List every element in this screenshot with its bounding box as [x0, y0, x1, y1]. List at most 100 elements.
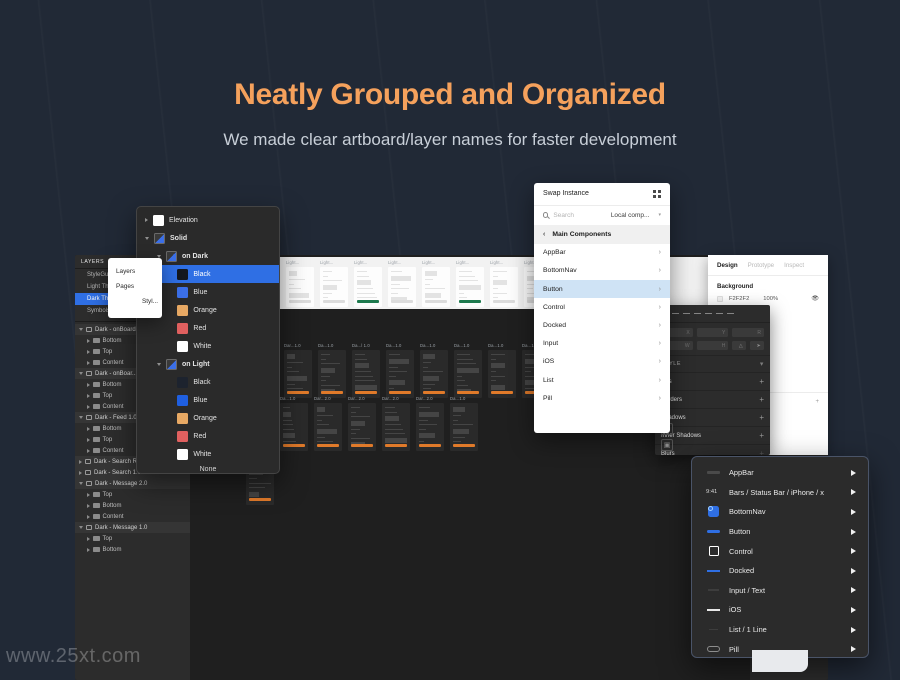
artboard-name-label[interactable]: Dar...2.0 [416, 396, 433, 401]
distribute-icon[interactable] [727, 310, 734, 317]
color-swatch[interactable] [166, 359, 177, 370]
color-style-row-solid-1[interactable]: Solid [137, 229, 279, 247]
caret-right-icon[interactable] [87, 438, 90, 442]
caret-down-icon[interactable] [79, 416, 83, 419]
color-swatch[interactable] [154, 233, 165, 244]
canvas-artboard-thumbnail[interactable]: Light... [354, 267, 382, 307]
component-row-list-1-line[interactable]: List / 1 Line [692, 620, 868, 640]
component-row-button[interactable]: Button [692, 522, 868, 542]
color-style-row-black-9[interactable]: Black [137, 373, 279, 391]
grid-icon[interactable] [653, 190, 661, 198]
canvas-artboard-thumbnail[interactable]: Da...1.0 [280, 403, 308, 451]
layer-row-bottom[interactable]: Bottom [75, 500, 190, 511]
swap-item-ios[interactable]: iOS› [534, 353, 670, 371]
artboard-name-label[interactable]: Light... [354, 260, 367, 265]
plus-icon[interactable]: + [815, 399, 819, 405]
background-fill-row[interactable]: F2F2F2 100% 👁 [708, 293, 828, 304]
play-arrow-icon[interactable] [851, 470, 856, 476]
add-border-icon[interactable]: + [759, 396, 764, 404]
row-borders[interactable]: Borders + [655, 390, 770, 408]
canvas-artboard-thumbnail[interactable]: Da...1.0 [488, 350, 516, 398]
swap-item-control[interactable]: Control› [534, 298, 670, 316]
caret-right-icon[interactable] [87, 504, 90, 508]
canvas-artboard-thumbnail[interactable]: Light... [320, 267, 348, 307]
swap-item-list[interactable]: List› [534, 371, 670, 389]
component-row-bottomnav[interactable]: BottomNav [692, 502, 868, 522]
canvas-artboard-thumbnail[interactable]: Da...1.0 [386, 350, 414, 398]
back-chevron-icon[interactable]: ‹ [543, 231, 545, 238]
chevron-right-icon[interactable]: › [659, 286, 661, 293]
play-arrow-icon[interactable] [851, 627, 856, 633]
artboard-name-label[interactable]: Da...1.0 [454, 343, 469, 348]
play-arrow-icon[interactable] [851, 568, 856, 574]
add-fill-icon[interactable]: + [759, 378, 764, 386]
component-row-docked[interactable]: Docked [692, 561, 868, 581]
layer-row-dark-message-1-0[interactable]: Dark - Message 1.0 [75, 522, 190, 533]
canvas-artboard-thumbnail[interactable]: Dar...2.0 [382, 403, 410, 451]
align-right-icon[interactable] [683, 310, 690, 317]
component-row-bars-status-bar-iphone-x[interactable]: 9:41Bars / Status Bar / iPhone / x [692, 483, 868, 503]
caret-right-icon[interactable] [87, 383, 90, 387]
field-y[interactable]: Y [697, 328, 729, 337]
color-swatch[interactable] [177, 431, 188, 442]
color-swatch[interactable] [166, 251, 177, 262]
canvas-artboard-thumbnail[interactable]: Light... [490, 267, 518, 307]
color-swatch[interactable] [177, 323, 188, 334]
color-style-row-white-7[interactable]: White [137, 337, 279, 355]
chevron-right-icon[interactable]: › [659, 377, 661, 384]
color-style-row-orange-11[interactable]: Orange [137, 409, 279, 427]
eye-icon[interactable]: 👁 [811, 295, 819, 302]
chevron-right-icon[interactable]: › [659, 395, 661, 402]
layer-row-top[interactable]: Top [75, 533, 190, 544]
caret-down-icon[interactable] [157, 363, 161, 366]
chevron-down-icon[interactable]: ▾ [760, 360, 764, 368]
canvas-artboard-thumbnail[interactable]: Dar...2.0 [416, 403, 444, 451]
tab-inspect[interactable]: Inspect [784, 262, 804, 269]
color-style-row-white-13[interactable]: White [137, 445, 279, 463]
color-style-row-red-6[interactable]: Red [137, 319, 279, 337]
chevron-down-icon[interactable]: ▾ [658, 212, 661, 218]
field-height[interactable]: H [697, 341, 729, 350]
artboard-name-label[interactable]: Da...1.0 [386, 343, 401, 348]
swap-item-pill[interactable]: Pill› [534, 389, 670, 407]
layer-row-bottom[interactable]: Bottom [75, 544, 190, 555]
caret-right-icon[interactable] [87, 537, 90, 541]
canvas-artboard-thumbnail[interactable]: Light... [456, 267, 484, 307]
caret-right-icon[interactable] [87, 515, 90, 519]
artboard-name-label[interactable]: Light... [490, 260, 503, 265]
caret-down-icon[interactable] [79, 526, 83, 529]
component-row-control[interactable]: Control [692, 541, 868, 561]
caret-down-icon[interactable] [145, 237, 149, 240]
canvas-artboard-thumbnail[interactable]: Da...1.0 [420, 350, 448, 398]
color-swatch[interactable] [153, 215, 164, 226]
artboard-name-label[interactable]: Light... [320, 260, 333, 265]
play-arrow-icon[interactable] [851, 548, 856, 554]
swap-item-appbar[interactable]: AppBar› [534, 244, 670, 262]
chevron-right-icon[interactable]: › [659, 322, 661, 329]
play-arrow-icon[interactable] [851, 509, 856, 515]
caret-right-icon[interactable] [87, 361, 90, 365]
color-swatch[interactable] [177, 395, 188, 406]
fill-swatch[interactable] [717, 296, 723, 302]
artboard-name-label[interactable]: Da...1.0 [280, 396, 295, 401]
color-swatch[interactable] [177, 377, 188, 388]
row-fills[interactable]: Fills + [655, 372, 770, 390]
play-arrow-icon[interactable] [851, 529, 856, 535]
caret-right-icon[interactable] [145, 218, 148, 222]
swap-item-bottomnav[interactable]: BottomNav› [534, 262, 670, 280]
caret-right-icon[interactable] [79, 460, 82, 464]
artboard-name-label[interactable]: Dar...1.0 [284, 343, 301, 348]
color-styles-footer[interactable]: None [137, 463, 279, 473]
swap-search-row[interactable]: Search Local comp... ▾ [534, 206, 670, 225]
tab-design[interactable]: Design [717, 262, 738, 269]
color-style-row-on-light-8[interactable]: on Light [137, 355, 279, 373]
canvas-artboard-thumbnail[interactable]: Light... [388, 267, 416, 307]
tab-layers[interactable]: LAYERS [81, 259, 104, 265]
component-row-appbar[interactable]: AppBar [692, 463, 868, 483]
color-swatch[interactable] [177, 341, 188, 352]
play-arrow-icon[interactable] [851, 489, 856, 495]
color-swatch[interactable] [177, 287, 188, 298]
artboard-name-label[interactable]: Da...1.0 [420, 343, 435, 348]
popover-item-styles[interactable]: Styl... [108, 294, 162, 309]
caret-right-icon[interactable] [79, 471, 82, 475]
